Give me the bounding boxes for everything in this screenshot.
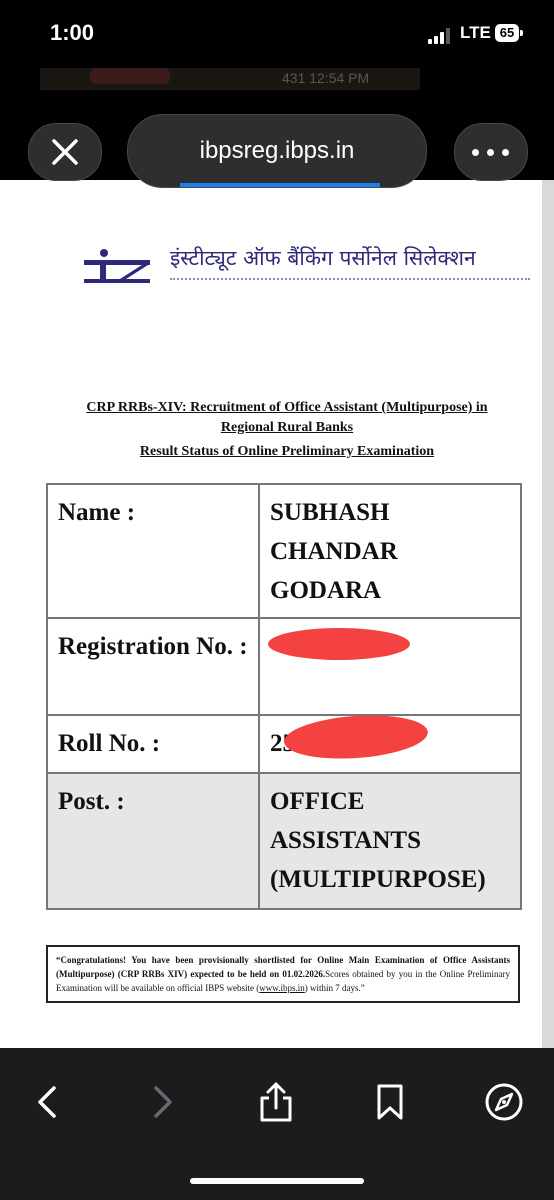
forward-arrow-icon[interactable] — [140, 1080, 184, 1124]
table-row: Post. : OFFICE ASSISTANTS (MULTIPURPOSE) — [46, 772, 522, 910]
ibps-logo-icon — [84, 249, 150, 283]
notice-link[interactable]: www.ibps.in — [259, 983, 304, 993]
headline-line-1: CRP RRBs-XIV: Recruitment of Office Assi… — [86, 400, 488, 415]
headline-line-3: Result Status of Online Preliminary Exam… — [139, 444, 435, 459]
battery-icon: 65 — [495, 24, 523, 42]
more-options-button[interactable] — [454, 123, 528, 181]
table-row: Registration No. : — [46, 617, 522, 716]
dot-icon — [502, 149, 509, 156]
result-table: Name : SUBHASH CHANDAR GODARA Registrati… — [46, 483, 522, 910]
toolbar-row — [0, 1058, 554, 1146]
redaction-mark — [268, 628, 410, 660]
page-load-progress — [180, 183, 380, 187]
close-tab-button[interactable] — [28, 123, 102, 181]
row-label: Post. : — [46, 772, 260, 910]
row-label: Roll No. : — [46, 714, 260, 774]
cellular-signal-icon — [428, 27, 456, 44]
compass-icon[interactable] — [482, 1080, 526, 1124]
dot-icon — [487, 149, 494, 156]
back-arrow-icon[interactable] — [26, 1080, 70, 1124]
row-label: Name : — [46, 483, 260, 619]
row-value: OFFICE ASSISTANTS (MULTIPURPOSE) — [258, 772, 522, 910]
dot-icon — [472, 149, 479, 156]
org-subtitle-decoration — [170, 278, 530, 286]
share-icon[interactable] — [254, 1080, 298, 1124]
headline-line-2: Regional Rural Banks — [220, 420, 354, 435]
org-name-hindi: इंस्टीट्यूट ऑफ बैंकिंग पर्सोनेल सिलेक्शन — [170, 246, 476, 270]
previous-content-blob — [90, 68, 170, 84]
status-bar: 1:00 LTE 65 — [0, 0, 554, 70]
bookmark-icon[interactable] — [368, 1080, 412, 1124]
close-icon — [52, 139, 78, 165]
table-row: Name : SUBHASH CHANDAR GODARA — [46, 483, 522, 619]
home-indicator[interactable] — [190, 1178, 364, 1184]
network-type: LTE — [460, 23, 491, 42]
congratulations-notice: “Congratulations! You have been provisio… — [46, 945, 520, 1003]
address-bar[interactable]: ibpsreg.ibps.in — [127, 114, 427, 188]
row-label: Registration No. : — [46, 617, 260, 716]
row-value: SUBHASH CHANDAR GODARA — [258, 483, 522, 619]
status-time: 1:00 — [50, 20, 95, 45]
previous-content-text: 431 12:54 PM — [282, 70, 370, 86]
web-page[interactable]: इंस्टीट्यूट ऑफ बैंकिंग पर्सोनेल सिलेक्शन… — [0, 180, 554, 1048]
result-document: इंस्टीट्यूट ऑफ बैंकिंग पर्सोनेल सिलेक्शन… — [0, 180, 542, 1048]
address-bar-url: ibpsreg.ibps.in — [199, 137, 355, 164]
notice-end: ) within 7 days.” — [304, 983, 365, 993]
